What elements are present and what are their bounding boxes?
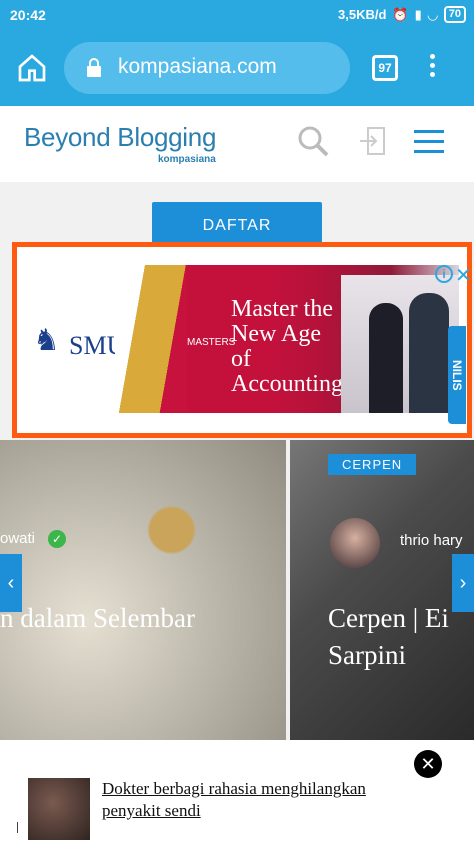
carousel-prev-icon[interactable]: ‹ [0,554,22,612]
tab-count-button[interactable]: 97 [372,55,398,81]
browser-toolbar: kompasiana.com 97 [0,30,474,106]
article-card[interactable]: owati ✓ n dalam Selembar [0,440,286,740]
card-title[interactable]: n dalam Selembar [0,600,286,637]
site-logo[interactable]: Beyond Blogging [24,122,216,153]
notification-thumbnail [28,778,90,840]
url-text[interactable]: kompasiana.com [118,55,277,79]
notification-close-icon[interactable]: ✕ [414,750,442,778]
ad-creative: MASTERS Master the New Age of Accounting [187,265,459,413]
notification-link[interactable]: Dokter berbagi rahasia menghilangkan pen… [102,778,422,822]
sponsored-notification[interactable]: Dokter berbagi rahasia menghilangkan pen… [18,778,448,842]
verified-icon: ✓ [48,530,66,548]
login-icon[interactable] [356,124,390,158]
site-logo-sub: kompasiana [158,154,216,165]
ad-photo [341,275,459,413]
ad-headline: Master the New Age of Accounting [231,296,343,397]
smu-lion-icon: ♞ [33,324,60,357]
ad-banner[interactable]: ♞ SMU MASTERS Master the New Age of Acco… [27,265,459,413]
menu-icon[interactable] [412,124,446,158]
battery-icon: 70 [443,6,466,23]
card-author: thrio hary [400,532,463,549]
ad-close-icon[interactable]: ✕ [455,263,472,288]
article-card[interactable]: CERPEN thrio hary Cerpen | Ei Sarpini [290,440,474,740]
signal-icon: ▮ [414,6,422,22]
ad-tag: MASTERS [187,337,236,348]
adchoices-info-icon[interactable]: i [435,265,453,283]
lock-icon [87,58,101,77]
home-icon[interactable] [16,52,48,84]
search-icon[interactable] [296,124,330,158]
status-icons: 3,5KB/d ⏰ ▮ ◡ 70 [338,6,466,23]
avatar [330,518,380,568]
carousel-next-icon[interactable]: › [452,554,474,612]
network-speed: 3,5KB/d [338,7,387,22]
wifi-icon: ◡ [427,6,438,22]
status-time: 20:42 [10,7,46,23]
address-bar[interactable]: kompasiana.com [64,42,350,94]
status-bar: 20:42 3,5KB/d ⏰ ▮ ◡ 70 [0,0,474,30]
card-author: owati [0,530,36,547]
alarm-icon: ⏰ [392,6,409,22]
ad-highlight-frame: ♞ SMU MASTERS Master the New Age of Acco… [12,242,472,438]
category-badge[interactable]: CERPEN [328,454,417,475]
overflow-menu-icon[interactable] [428,54,436,84]
site-header: Beyond Blogging kompasiana [0,106,474,182]
ad-side-tab[interactable]: NILIS [448,326,466,424]
